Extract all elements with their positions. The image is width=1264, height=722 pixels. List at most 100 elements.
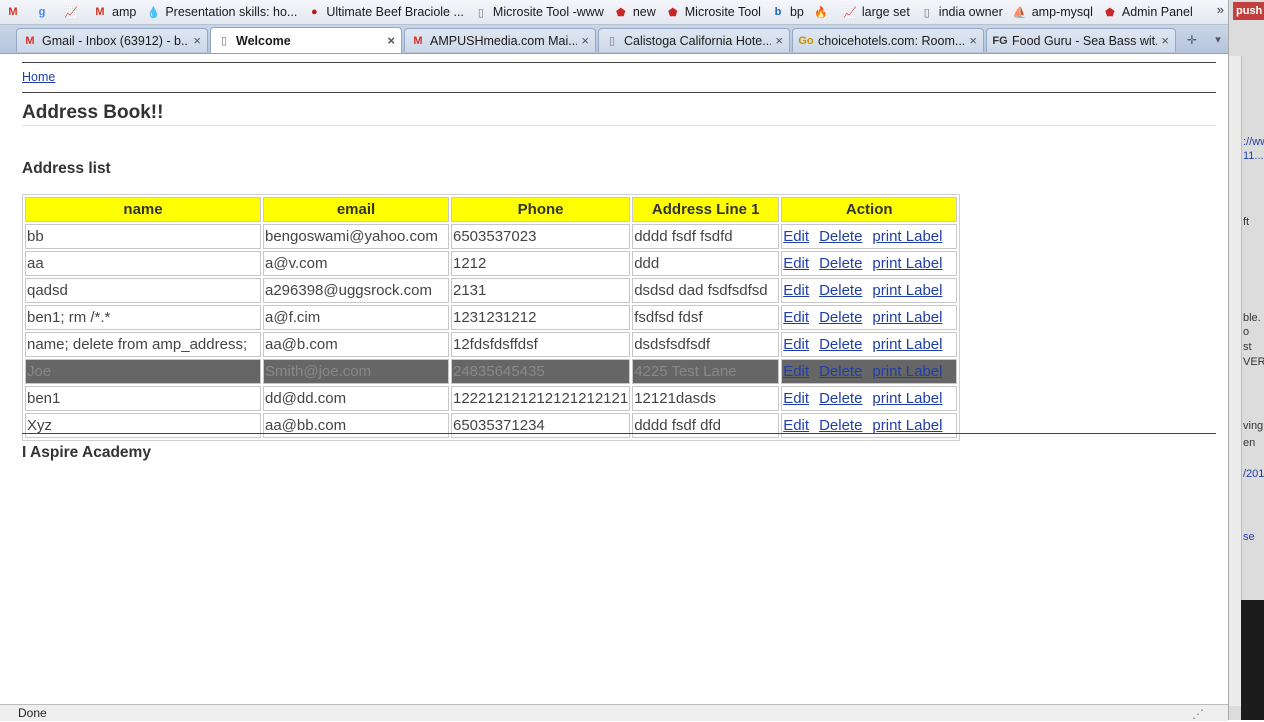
food-icon: ● — [311, 6, 318, 18]
print-label-link[interactable]: print Label — [872, 228, 942, 245]
edit-link[interactable]: Edit — [783, 228, 809, 245]
print-label-link[interactable]: print Label — [872, 390, 942, 407]
bookmark-item[interactable]: 📈 large set — [843, 5, 910, 19]
google-icon: g — [38, 6, 46, 18]
column-header-phone: Phone — [451, 197, 631, 222]
bookmark-item[interactable]: ⬟ Admin Panel — [1103, 5, 1193, 19]
background-window-text: ving — [1243, 420, 1264, 432]
delete-link[interactable]: Delete — [819, 255, 862, 272]
edit-link[interactable]: Edit — [783, 390, 809, 407]
print-label-link[interactable]: print Label — [872, 336, 942, 353]
bookmark-item[interactable]: ⬟ Microsite Tool — [666, 5, 761, 19]
edit-link[interactable]: Edit — [783, 417, 809, 434]
address-table: name email Phone Address Line 1 Action b… — [22, 194, 961, 441]
cell-action: Edit Delete print Label — [781, 332, 958, 357]
bookmark-label: india owner — [938, 5, 1003, 19]
drop-icon: 💧 — [146, 6, 161, 19]
print-label-link[interactable]: print Label — [872, 417, 942, 434]
pma-icon: ⛵ — [1012, 6, 1027, 19]
bookmark-item[interactable]: 📈 — [64, 5, 83, 19]
delete-link[interactable]: Delete — [819, 282, 862, 299]
tab-close-icon[interactable]: × — [1161, 33, 1169, 48]
column-header-name: name — [25, 197, 261, 222]
background-window-text: ble. — [1243, 312, 1261, 324]
bookmarks-overflow-icon[interactable]: » — [1217, 2, 1224, 17]
browser-tab[interactable]: M Gmail - Inbox (63912) - b... × — [16, 28, 208, 52]
bookmark-item[interactable]: M — [6, 5, 25, 19]
table-row: Xyz aa@bb.com 65035371234 dddd fsdf dfd Edit… — [25, 413, 958, 438]
browser-tab[interactable]: FG Food Guru - Sea Bass wit... × — [986, 28, 1176, 52]
browser-tab[interactable]: ▯ Calistoga California Hote... × — [598, 28, 790, 52]
print-label-link[interactable]: print Label — [872, 282, 942, 299]
table-row: ben1 dd@dd.com 122212121212121212121 12121d… — [25, 386, 958, 411]
section-title: Address list — [22, 160, 111, 177]
bookmarks-bar: Mg 📈 Mamp 💧 Presentation skills: ho... ● Ultim… — [0, 0, 1228, 25]
background-window-text: o — [1243, 326, 1250, 338]
cell-email: a296398@uggsrock.com — [263, 278, 449, 303]
print-label-link[interactable]: print Label — [872, 309, 942, 326]
tab-close-icon[interactable]: × — [581, 33, 589, 48]
background-window-text: ft — [1243, 216, 1250, 228]
tab-close-icon[interactable]: × — [969, 33, 977, 48]
tab-close-icon[interactable]: × — [775, 33, 783, 48]
cell-phone: 2131 — [451, 278, 631, 303]
cell-name: aa — [25, 251, 261, 276]
cell-action: Edit Delete print Label — [781, 251, 958, 276]
cell-name: name; delete from amp_address; — [25, 332, 261, 357]
tab-label: AMPUSHmedia.com Mai... — [430, 33, 578, 48]
page-icon: ▯ — [477, 6, 484, 19]
new-tab-button[interactable]: ✛ — [1178, 30, 1206, 50]
bookmark-item[interactable]: g — [35, 5, 54, 19]
edit-link[interactable]: Edit — [783, 255, 809, 272]
browser-tab[interactable]: Go choicehotels.com: Room... × — [792, 28, 984, 52]
bookmark-item[interactable]: ● Ultimate Beef Braciole ... — [307, 5, 464, 19]
background-window-title: push — [1233, 2, 1264, 20]
home-link[interactable]: Home — [22, 70, 55, 84]
bookmark-item[interactable]: b bp — [771, 5, 804, 19]
edit-link[interactable]: Edit — [783, 336, 809, 353]
bookmark-item[interactable]: 💧 Presentation skills: ho... — [146, 5, 297, 19]
delete-link[interactable]: Delete — [819, 336, 862, 353]
tab-label: Food Guru - Sea Bass wit... — [1012, 33, 1158, 48]
bookmark-label: Admin Panel — [1121, 5, 1193, 19]
bookmark-item[interactable]: ⛵ amp-mysql — [1013, 5, 1093, 19]
delete-link[interactable]: Delete — [819, 417, 862, 434]
bookmark-item[interactable]: 🔥 — [814, 5, 833, 19]
bookmark-item[interactable]: ⬟ new — [614, 5, 656, 19]
cell-name: Joe — [25, 359, 261, 384]
page-icon: ▯ — [220, 35, 228, 47]
browser-tab[interactable]: M AMPUSHmedia.com Mai... × — [404, 28, 596, 52]
bookmark-label: Ultimate Beef Braciole ... — [326, 5, 464, 19]
cell-address: 12121dasds — [632, 386, 780, 411]
tab-close-icon[interactable]: × — [387, 33, 395, 48]
cell-email: a@f.cim — [263, 305, 449, 330]
edit-link[interactable]: Edit — [783, 363, 809, 380]
edit-link[interactable]: Edit — [783, 309, 809, 326]
page-content: Home Address Book!! Address list name em… — [0, 54, 1228, 704]
bookmark-label: Microsite Tool — [684, 5, 761, 19]
footer-text: I Aspire Academy — [22, 444, 151, 461]
bookmark-item[interactable]: Mamp — [93, 5, 136, 19]
bookmark-item[interactable]: ▯ india owner — [920, 5, 1003, 19]
cell-phone: 6503537023 — [451, 224, 631, 249]
browser-tab[interactable]: ▯ Welcome × — [210, 27, 402, 53]
edit-link[interactable]: Edit — [783, 282, 809, 299]
chart-icon: 📈 — [64, 6, 78, 19]
cell-email: bengoswami@yahoo.com — [263, 224, 449, 249]
delete-link[interactable]: Delete — [819, 390, 862, 407]
background-window-text: ://ww — [1243, 136, 1264, 148]
tab-close-icon[interactable]: × — [193, 33, 201, 48]
delete-link[interactable]: Delete — [819, 363, 862, 380]
cell-name: Xyz — [25, 413, 261, 438]
gmail-icon: M — [8, 6, 18, 18]
cell-email: dd@dd.com — [263, 386, 449, 411]
delete-link[interactable]: Delete — [819, 309, 862, 326]
bookmark-item[interactable]: ▯ Microsite Tool -www — [474, 5, 604, 19]
delete-link[interactable]: Delete — [819, 228, 862, 245]
background-window-text: VER. — [1243, 356, 1264, 368]
table-header-row: name email Phone Address Line 1 Action — [25, 197, 958, 222]
print-label-link[interactable]: print Label — [872, 255, 942, 272]
cell-address: fsdfsd fdsf — [632, 305, 780, 330]
print-label-link[interactable]: print Label — [872, 363, 942, 380]
tab-menu-chevron-icon[interactable]: ▾ — [1210, 30, 1226, 50]
